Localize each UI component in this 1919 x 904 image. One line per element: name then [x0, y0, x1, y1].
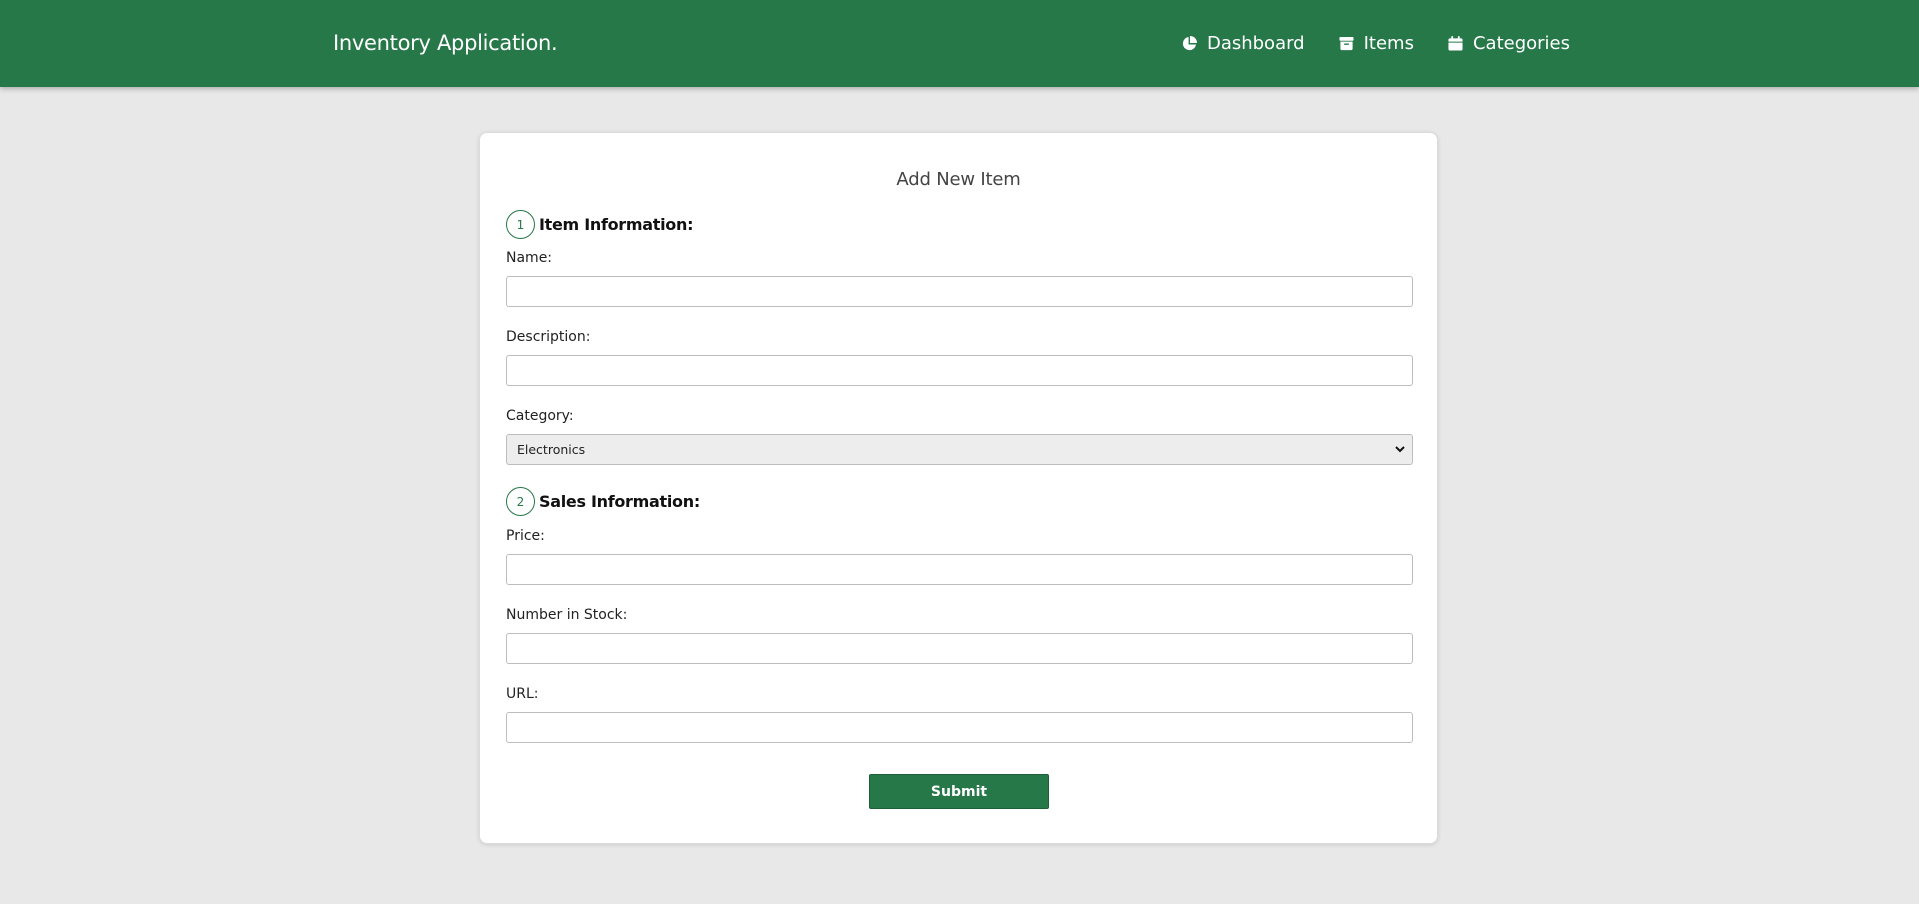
- section-item-information: 1 Item Information:: [506, 210, 693, 239]
- step-badge-1: 1: [506, 210, 535, 239]
- archive-box-icon: [1339, 36, 1354, 51]
- description-input[interactable]: [506, 355, 1413, 386]
- nav-label-categories: Categories: [1472, 33, 1570, 54]
- category-selected-value: Electronics: [517, 442, 586, 457]
- name-input[interactable]: [506, 276, 1413, 307]
- url-input[interactable]: [506, 712, 1413, 743]
- nav-link-categories[interactable]: Categories: [1448, 33, 1570, 54]
- app-brand[interactable]: Inventory Application.: [333, 0, 558, 87]
- submit-button[interactable]: Submit: [869, 774, 1049, 809]
- nav-link-items[interactable]: Items: [1339, 33, 1414, 54]
- category-select[interactable]: Electronics: [506, 434, 1413, 465]
- nav-link-dashboard[interactable]: Dashboard: [1182, 33, 1305, 54]
- form-title: Add New Item: [896, 169, 1021, 190]
- price-label: Price:: [506, 528, 545, 544]
- chevron-down-icon: [1395, 446, 1405, 453]
- stock-input[interactable]: [506, 633, 1413, 664]
- nav-label-dashboard: Dashboard: [1206, 33, 1305, 54]
- calendar-icon: [1448, 36, 1463, 51]
- description-label: Description:: [506, 329, 591, 345]
- section-title-sales-information: Sales Information:: [539, 492, 700, 511]
- section-sales-information: 2 Sales Information:: [506, 487, 700, 516]
- main-nav: Dashboard Items Categories: [1182, 0, 1570, 87]
- url-label: URL:: [506, 686, 539, 702]
- nav-label-items: Items: [1363, 33, 1414, 54]
- chart-pie-icon: [1182, 36, 1197, 51]
- add-item-form: Add New Item 1 Item Information: Name: D…: [479, 132, 1438, 844]
- stock-label: Number in Stock:: [506, 607, 628, 623]
- name-label: Name:: [506, 250, 553, 266]
- price-input[interactable]: [506, 554, 1413, 585]
- top-navbar: Inventory Application. Dashboard Items C: [0, 0, 1919, 87]
- section-title-item-information: Item Information:: [539, 215, 694, 234]
- category-label: Category:: [506, 408, 574, 424]
- step-badge-2: 2: [506, 487, 535, 516]
